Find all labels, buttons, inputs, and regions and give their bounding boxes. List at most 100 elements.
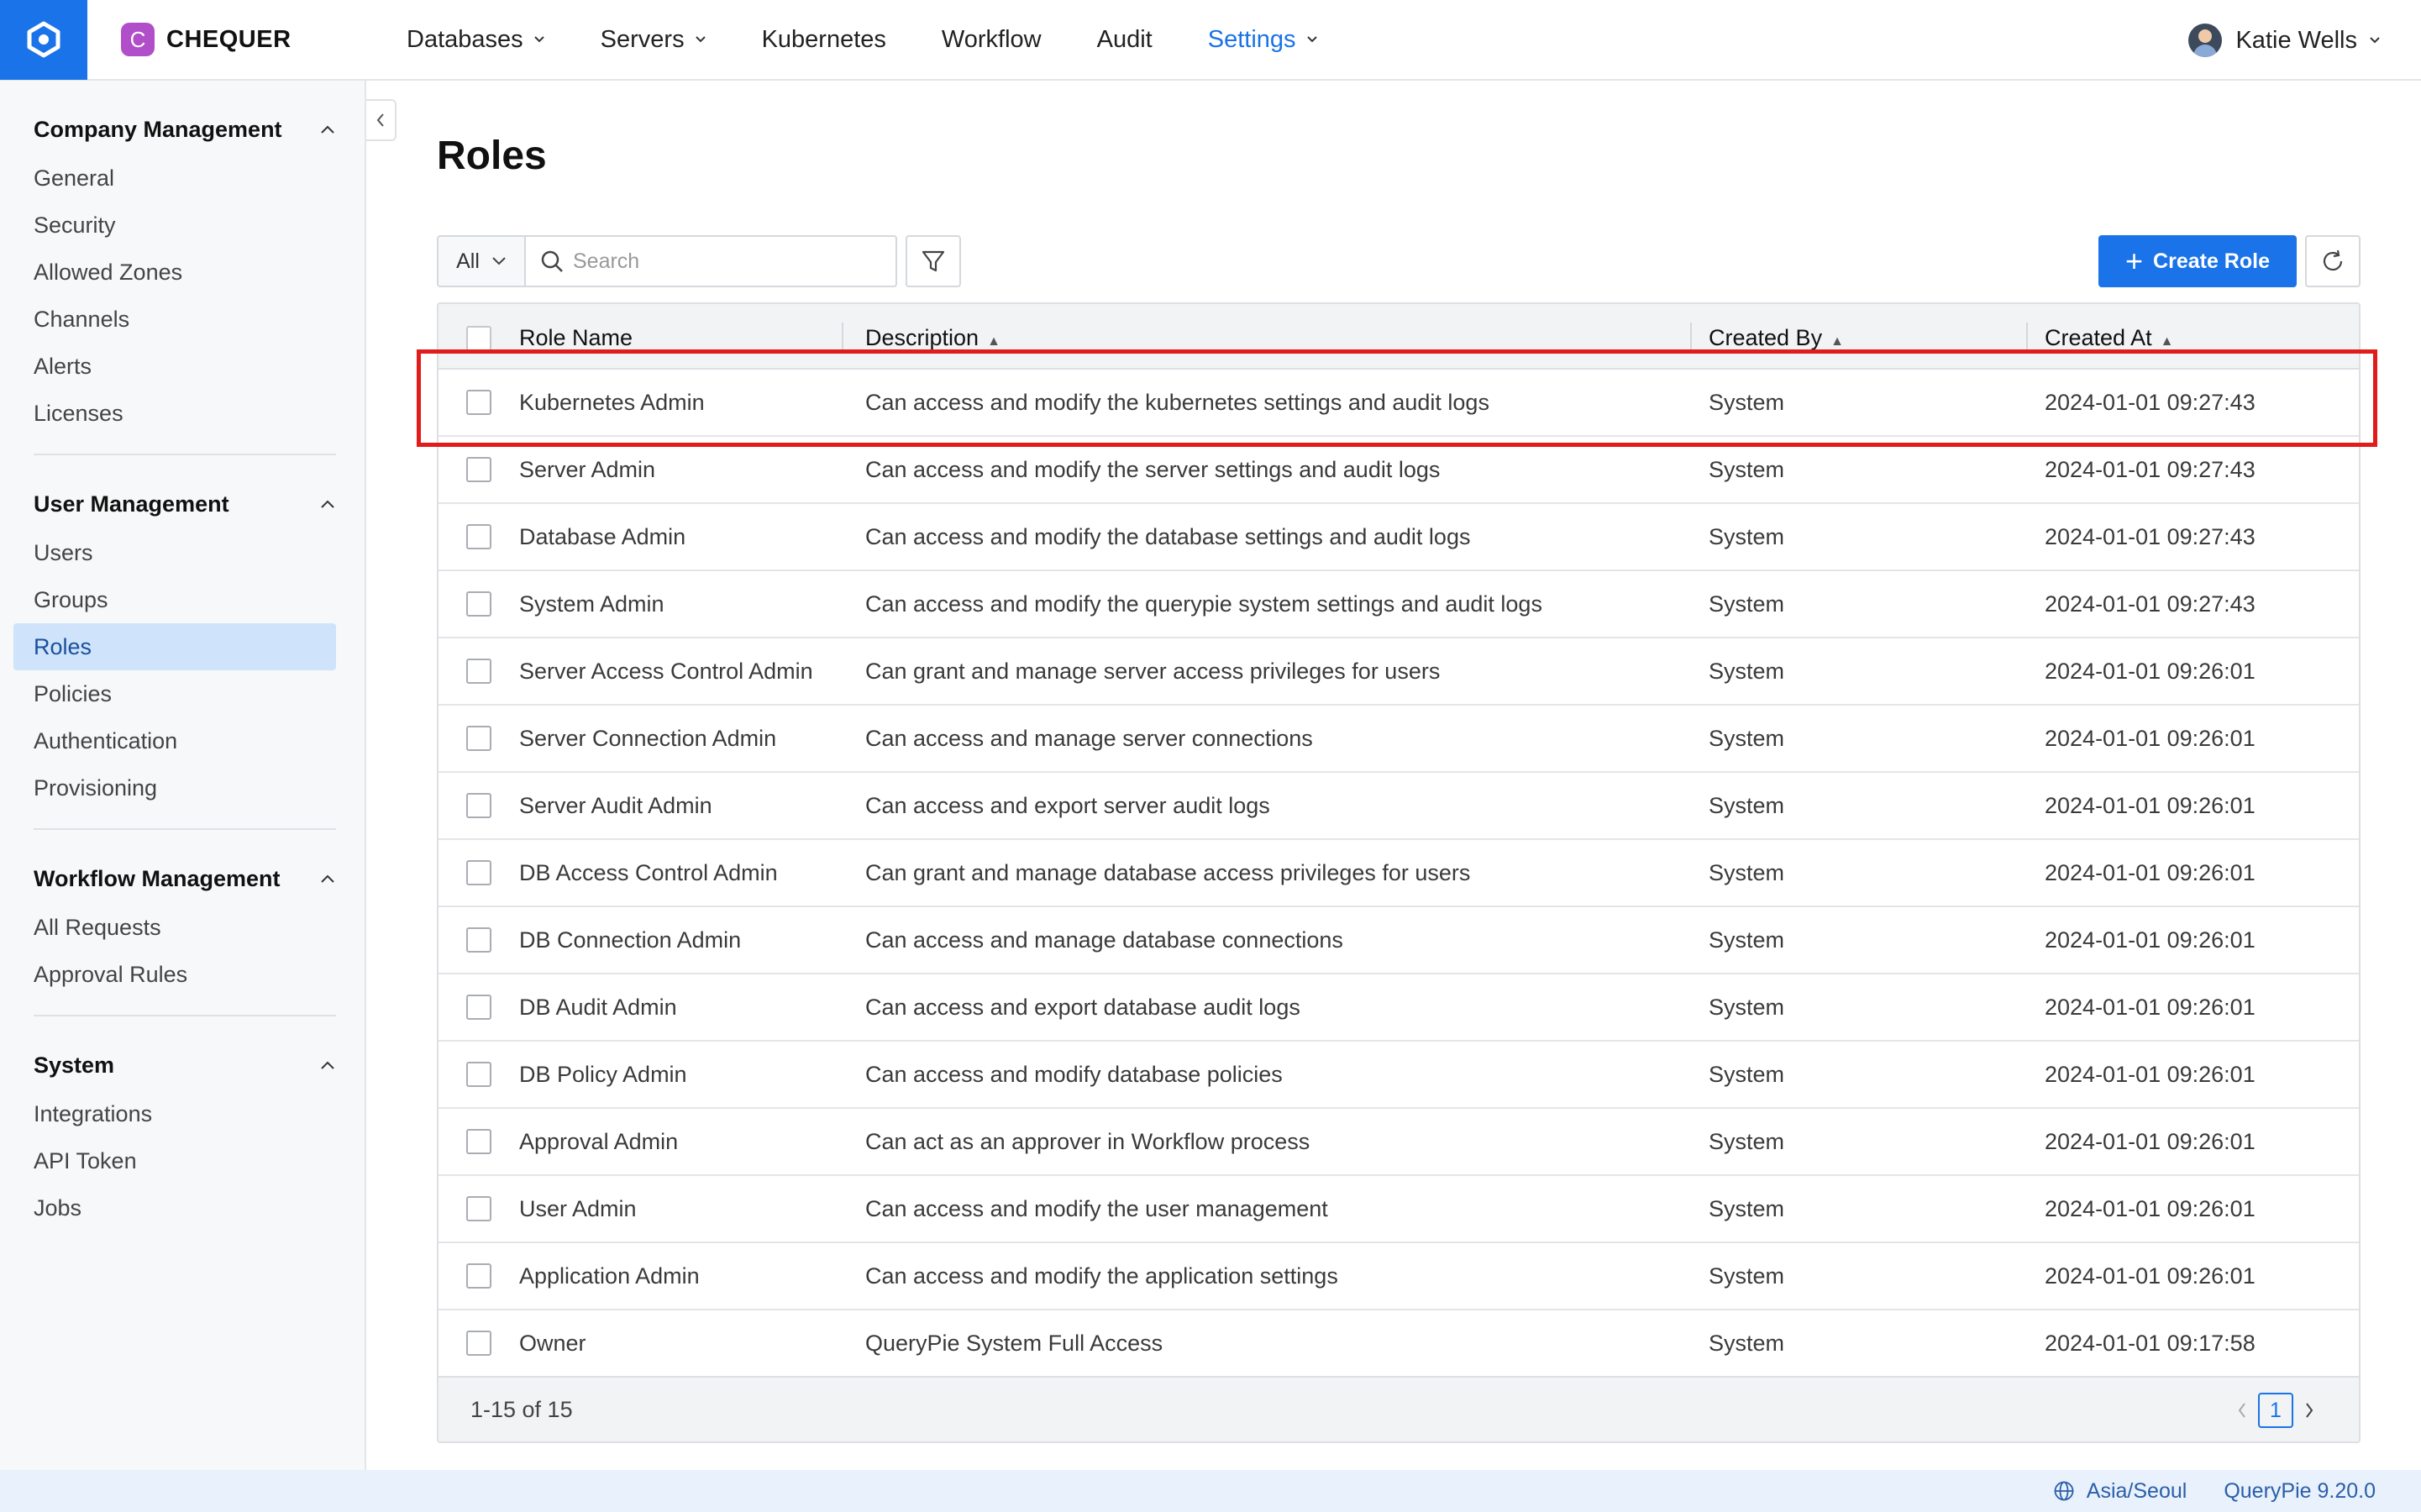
column-header-role-name[interactable]: Role Name xyxy=(519,325,865,351)
section-header[interactable]: Company Management xyxy=(13,104,336,155)
row-checkbox[interactable] xyxy=(466,659,491,684)
sidebar-item-api-token[interactable]: API Token xyxy=(13,1137,336,1184)
role-name-cell[interactable]: DB Policy Admin xyxy=(519,1062,865,1088)
sidebar-item-allowed-zones[interactable]: Allowed Zones xyxy=(13,249,336,296)
sidebar-item-all-requests[interactable]: All Requests xyxy=(13,904,336,951)
column-resizer[interactable] xyxy=(2026,323,2028,349)
timezone-indicator[interactable]: Asia/Seoul xyxy=(2053,1479,2187,1504)
user-menu[interactable]: Katie Wells xyxy=(2188,0,2381,81)
row-checkbox[interactable] xyxy=(466,995,491,1020)
sidebar-item-alerts[interactable]: Alerts xyxy=(13,343,336,390)
table-row[interactable]: Kubernetes Admin Can access and modify t… xyxy=(439,370,2359,437)
table-row[interactable]: DB Audit Admin Can access and export dat… xyxy=(439,974,2359,1042)
select-all-checkbox[interactable] xyxy=(466,326,491,351)
sidebar-collapse-button[interactable] xyxy=(366,99,396,141)
column-header-description[interactable]: Description ▲︎ xyxy=(865,325,1709,351)
role-name-cell[interactable]: Server Access Control Admin xyxy=(519,659,865,685)
role-name-cell[interactable]: Server Admin xyxy=(519,457,865,483)
chevron-up-icon xyxy=(321,874,334,883)
table-row[interactable]: DB Access Control Admin Can grant and ma… xyxy=(439,840,2359,907)
table-row[interactable]: User Admin Can access and modify the use… xyxy=(439,1176,2359,1243)
row-checkbox[interactable] xyxy=(466,860,491,885)
sidebar-item-general[interactable]: General xyxy=(13,155,336,202)
sidebar-item-policies[interactable]: Policies xyxy=(13,670,336,717)
row-checkbox[interactable] xyxy=(466,1129,491,1154)
nav-kubernetes[interactable]: Kubernetes xyxy=(762,0,886,80)
section-header[interactable]: Workflow Management xyxy=(13,853,336,904)
search-input[interactable] xyxy=(573,249,875,274)
chevron-left-icon[interactable] xyxy=(2236,1401,2248,1420)
role-name-cell[interactable]: System Admin xyxy=(519,591,865,617)
sidebar-item-approval-rules[interactable]: Approval Rules xyxy=(13,951,336,998)
role-name-cell[interactable]: Database Admin xyxy=(519,524,865,550)
role-name-cell[interactable]: DB Connection Admin xyxy=(519,927,865,953)
chevron-right-icon[interactable] xyxy=(2303,1401,2315,1420)
row-checkbox[interactable] xyxy=(466,457,491,482)
table-row[interactable]: Server Admin Can access and modify the s… xyxy=(439,437,2359,504)
row-checkbox[interactable] xyxy=(466,524,491,549)
role-name-cell[interactable]: Server Audit Admin xyxy=(519,793,865,819)
home-logo-button[interactable] xyxy=(0,0,87,80)
row-checkbox[interactable] xyxy=(466,793,491,818)
row-checkbox[interactable] xyxy=(466,390,491,415)
nav-workflow[interactable]: Workflow xyxy=(942,0,1042,80)
table-row[interactable]: Server Audit Admin Can access and export… xyxy=(439,773,2359,840)
scope-select[interactable]: All xyxy=(437,235,526,287)
role-name-cell[interactable]: DB Audit Admin xyxy=(519,995,865,1021)
column-header-created-at[interactable]: Created At ▲︎ xyxy=(2045,325,2347,351)
table-row[interactable]: Approval Admin Can act as an approver in… xyxy=(439,1109,2359,1176)
sidebar-item-groups[interactable]: Groups xyxy=(13,576,336,623)
role-name-cell[interactable]: User Admin xyxy=(519,1196,865,1222)
section-header[interactable]: System xyxy=(13,1040,336,1090)
table-row[interactable]: DB Policy Admin Can access and modify da… xyxy=(439,1042,2359,1109)
nav-settings[interactable]: Settings xyxy=(1208,0,1318,80)
table-row[interactable]: System Admin Can access and modify the q… xyxy=(439,571,2359,638)
sidebar-item-licenses[interactable]: Licenses xyxy=(13,390,336,437)
table-row[interactable]: Owner QueryPie System Full Access System… xyxy=(439,1310,2359,1378)
nav-databases[interactable]: Databases xyxy=(407,0,545,80)
filter-button[interactable] xyxy=(906,235,961,287)
role-name-cell[interactable]: DB Access Control Admin xyxy=(519,860,865,886)
row-checkbox[interactable] xyxy=(466,591,491,617)
table-row[interactable]: Server Access Control Admin Can grant an… xyxy=(439,638,2359,706)
table-row[interactable]: Application Admin Can access and modify … xyxy=(439,1243,2359,1310)
table-footer: 1-15 of 15 1 xyxy=(439,1376,2359,1441)
table-row[interactable]: Database Admin Can access and modify the… xyxy=(439,504,2359,571)
sidebar-item-jobs[interactable]: Jobs xyxy=(13,1184,336,1231)
column-header-created-by[interactable]: Created By ▲︎ xyxy=(1709,325,2045,351)
created-by-cell: System xyxy=(1709,658,1785,684)
sidebar-item-provisioning[interactable]: Provisioning xyxy=(13,764,336,811)
row-checkbox[interactable] xyxy=(466,1196,491,1221)
refresh-button[interactable] xyxy=(2305,235,2361,287)
nav-audit[interactable]: Audit xyxy=(1097,0,1153,80)
sidebar-item-users[interactable]: Users xyxy=(13,529,336,576)
table-row[interactable]: DB Connection Admin Can access and manag… xyxy=(439,907,2359,974)
create-role-button[interactable]: + Create Role xyxy=(2098,235,2297,287)
sidebar-item-authentication[interactable]: Authentication xyxy=(13,717,336,764)
sidebar-item-security[interactable]: Security xyxy=(13,202,336,249)
created-by-cell: System xyxy=(1709,927,1785,953)
role-name-cell[interactable]: Server Connection Admin xyxy=(519,726,865,752)
row-checkbox[interactable] xyxy=(466,1331,491,1356)
section-title: Company Management xyxy=(34,116,282,142)
column-resizer[interactable] xyxy=(842,323,843,349)
role-name-cell[interactable]: Owner xyxy=(519,1331,865,1357)
role-name-cell[interactable]: Approval Admin xyxy=(519,1129,865,1155)
row-checkbox[interactable] xyxy=(466,1263,491,1289)
column-resizer[interactable] xyxy=(1690,323,1692,349)
section-header[interactable]: User Management xyxy=(13,479,336,529)
role-name-cell[interactable]: Application Admin xyxy=(519,1263,865,1289)
created-by-cell: System xyxy=(1709,591,1785,617)
nav-label: Kubernetes xyxy=(761,25,886,53)
row-checkbox[interactable] xyxy=(466,1062,491,1087)
row-checkbox[interactable] xyxy=(466,927,491,953)
sidebar-item-roles[interactable]: Roles xyxy=(13,623,336,670)
nav-servers[interactable]: Servers xyxy=(601,0,706,80)
row-checkbox[interactable] xyxy=(466,726,491,751)
sidebar-item-integrations[interactable]: Integrations xyxy=(13,1090,336,1137)
sidebar-item-channels[interactable]: Channels xyxy=(13,296,336,343)
role-name-cell[interactable]: Kubernetes Admin xyxy=(519,390,865,416)
page-number-button[interactable]: 1 xyxy=(2258,1393,2293,1428)
table-row[interactable]: Server Connection Admin Can access and m… xyxy=(439,706,2359,773)
row-checkbox-cell xyxy=(439,1331,519,1356)
